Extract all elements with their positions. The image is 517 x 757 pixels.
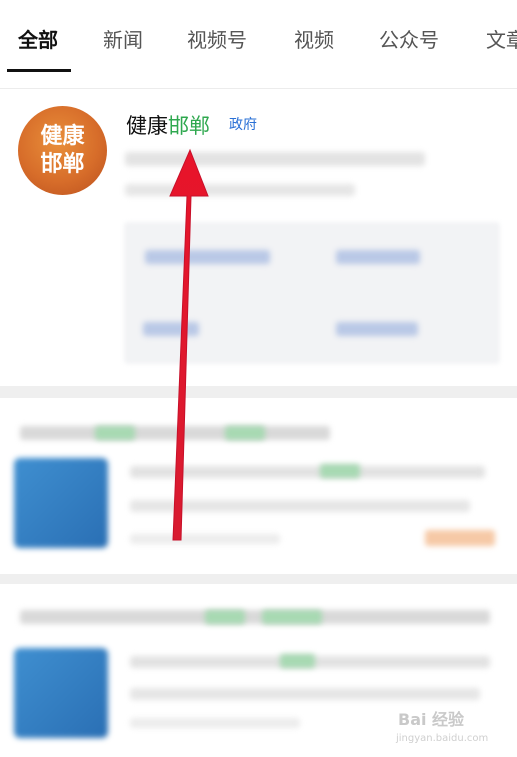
blurred-keyword [280, 654, 315, 668]
account-avatar[interactable]: 健康邯郸 [18, 106, 107, 195]
blurred-meta [130, 718, 300, 728]
blurred-badge [425, 530, 495, 546]
tab-all[interactable]: 全部 [18, 24, 58, 53]
watermark-logo: Bai 经验 [398, 710, 465, 729]
tab-channels[interactable]: 视频号 [187, 24, 247, 53]
blurred-meta [130, 534, 280, 544]
blurred-menu-item[interactable] [336, 322, 418, 336]
watermark-url: jingyan.baidu.com [396, 733, 489, 744]
section-separator [0, 574, 517, 584]
blurred-keyword [262, 610, 322, 624]
avatar-text: 健康邯郸 [40, 123, 85, 177]
tab-articles[interactable]: 文章 [486, 24, 517, 53]
account-name-plain: 健康 [126, 114, 168, 138]
blurred-snippet [130, 500, 470, 512]
blurred-description [125, 184, 355, 196]
blurred-result-title [20, 610, 490, 624]
blurred-result-title [20, 426, 330, 440]
blurred-keyword [225, 426, 265, 440]
account-name[interactable]: 健康邯郸 [126, 110, 210, 140]
blurred-description [125, 152, 425, 166]
blurred-menu-item[interactable] [143, 322, 199, 336]
tab-bar: 全部 新闻 视频号 视频 公众号 文章 [0, 0, 517, 72]
tab-news[interactable]: 新闻 [103, 24, 143, 53]
tab-official-accounts[interactable]: 公众号 [379, 24, 439, 53]
result-thumbnail[interactable] [14, 458, 108, 548]
blurred-menu-grid [124, 222, 500, 364]
blurred-menu-item[interactable] [336, 250, 420, 264]
account-name-highlight: 邯郸 [168, 114, 210, 138]
blurred-snippet [130, 688, 480, 700]
tab-videos[interactable]: 视频 [294, 24, 334, 53]
blurred-snippet [130, 466, 485, 478]
blurred-keyword [205, 610, 245, 624]
account-type-badge: 政府 [229, 117, 257, 133]
blurred-keyword [320, 464, 360, 478]
blurred-menu-item[interactable] [145, 250, 270, 264]
active-tab-indicator [7, 69, 71, 72]
section-separator [0, 386, 517, 398]
blurred-keyword [95, 426, 135, 440]
result-thumbnail[interactable] [14, 648, 108, 738]
